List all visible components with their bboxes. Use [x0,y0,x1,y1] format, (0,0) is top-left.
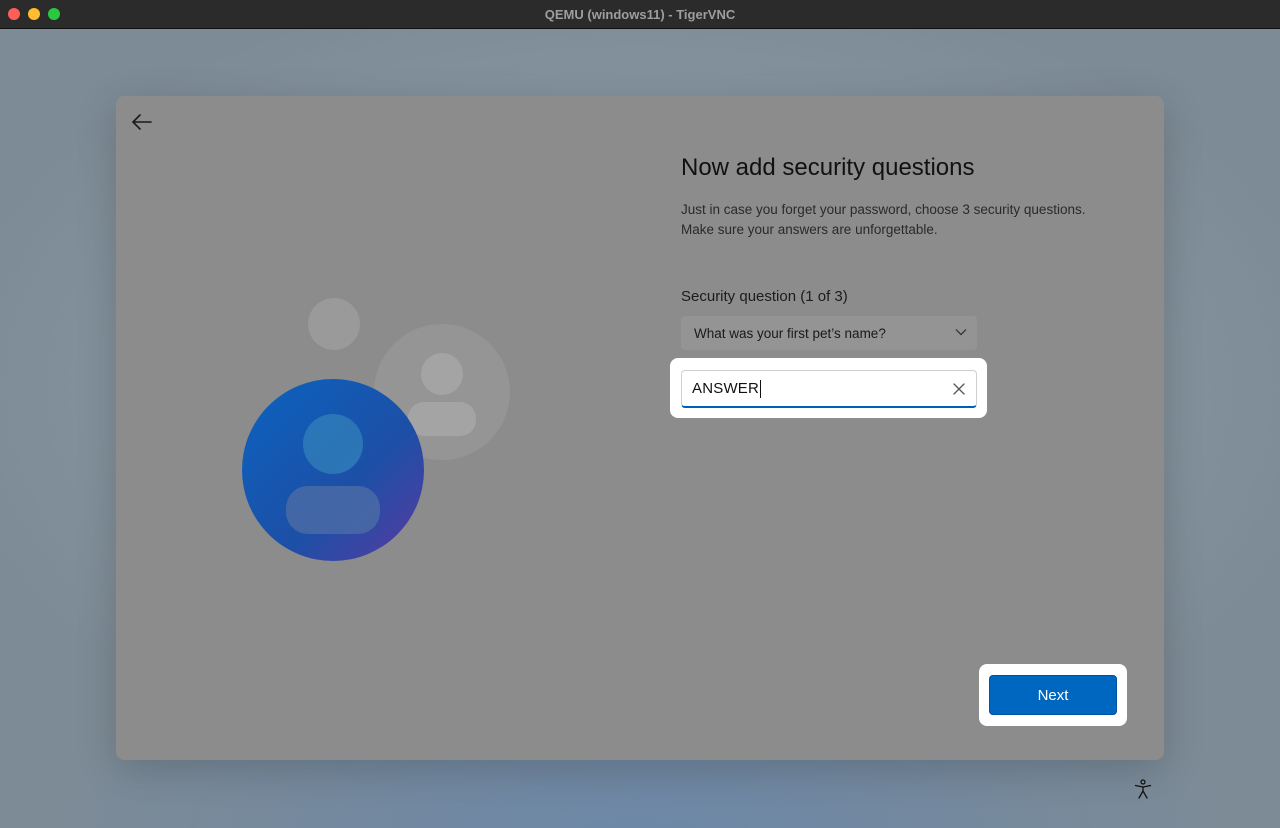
window-titlebar: QEMU (windows11) - TigerVNC [0,0,1280,29]
user-accounts-illustration [242,298,510,561]
accessibility-button[interactable] [1132,778,1154,800]
close-window-button[interactable] [8,8,20,20]
accessibility-icon [1134,779,1152,799]
zoom-window-button[interactable] [48,8,60,20]
window-title: QEMU (windows11) - TigerVNC [544,6,736,22]
answer-value: ANSWER [692,380,760,397]
page-description: Just in case you forget your password, c… [681,202,1086,237]
minimize-window-button[interactable] [28,8,40,20]
back-arrow-icon [132,114,152,130]
window-controls [8,8,60,20]
text-caret [760,379,762,398]
page-title: Now add security questions [681,154,975,181]
back-button[interactable] [130,110,154,134]
answer-input[interactable]: ANSWER [681,370,977,408]
next-button[interactable]: Next [989,675,1117,715]
security-question-dropdown[interactable]: What was your first pet’s name? [681,316,977,350]
close-icon [953,383,965,395]
clear-answer-button[interactable] [948,378,970,400]
chevron-down-icon [955,329,967,336]
security-question-label: Security question (1 of 3) [681,288,848,305]
security-question-selected: What was your first pet’s name? [694,325,886,341]
